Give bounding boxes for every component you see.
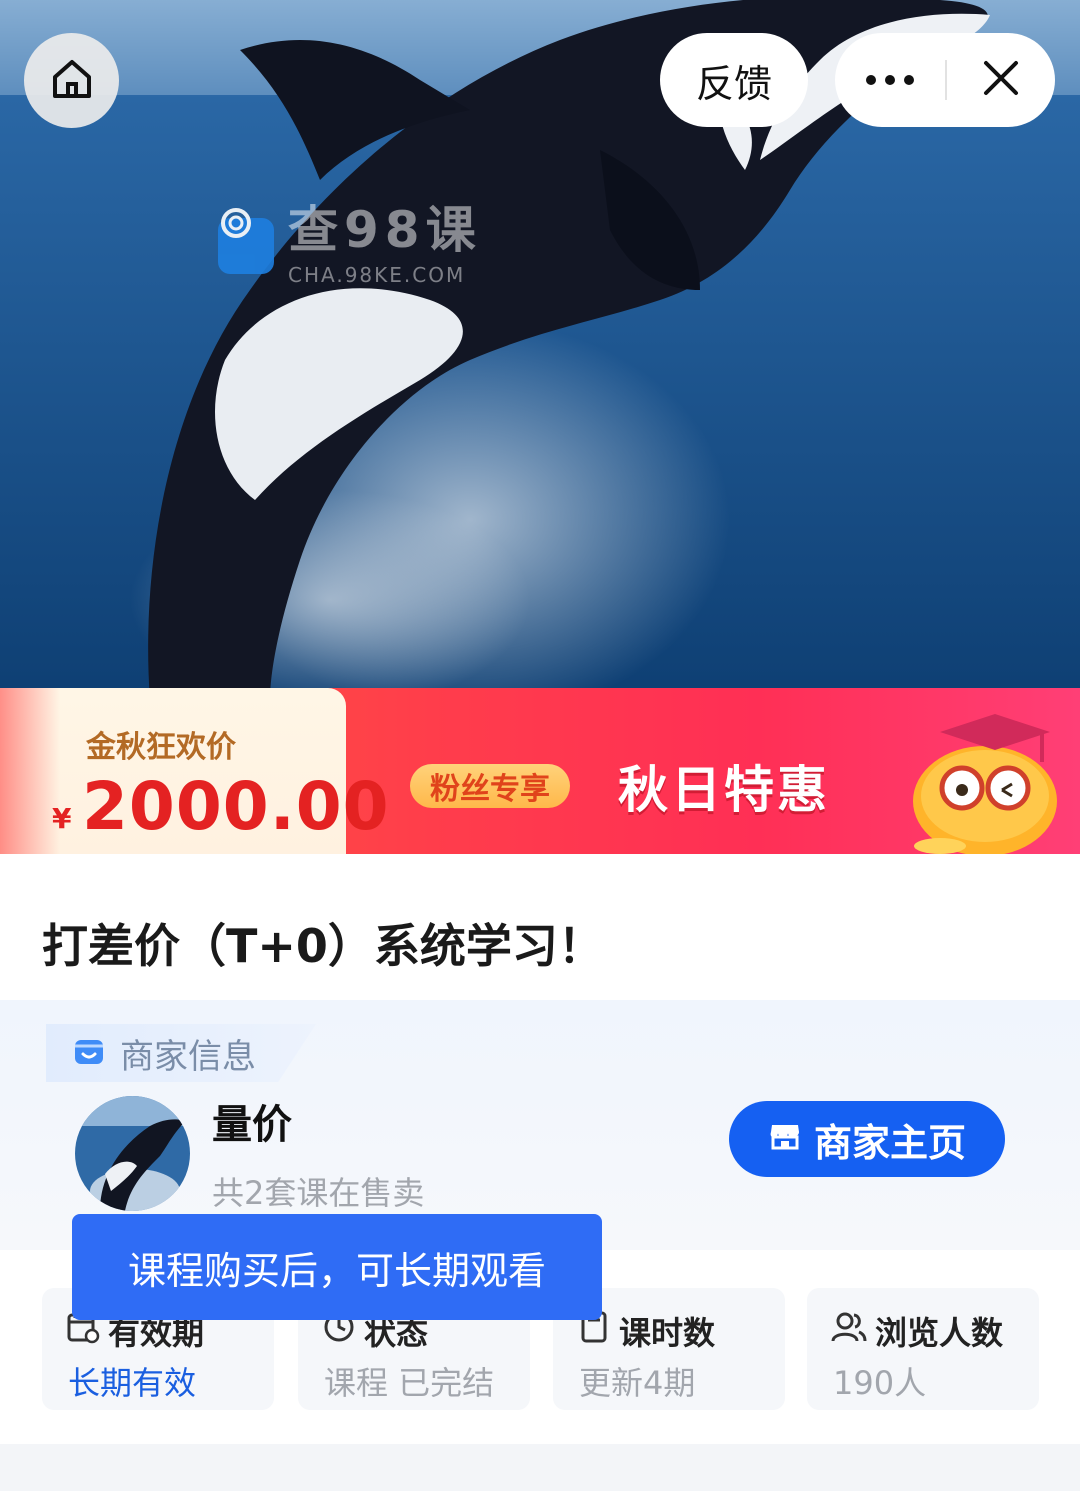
promo-price-card: 金秋狂欢价 ¥ 2000.00 <box>0 688 389 854</box>
merchant-avatar[interactable] <box>75 1096 190 1211</box>
stat-views-label: 浏览人数 <box>875 1314 1004 1352</box>
close-icon <box>982 59 1020 101</box>
stat-status-value: 课程 已完结 <box>324 1364 495 1402</box>
promo-label: 金秋狂欢价 <box>86 730 236 765</box>
merchant-name: 量价 <box>212 1102 292 1148</box>
stat-views-value: 190人 <box>833 1364 927 1402</box>
more-button[interactable] <box>835 33 945 127</box>
currency-symbol: ¥ <box>52 802 72 835</box>
mascot-icon <box>900 706 1075 854</box>
close-button[interactable] <box>947 33 1055 127</box>
merchant-info-card: 商家信息 量价 共2套课在售卖 商家主页 <box>0 1000 1080 1250</box>
shop-icon <box>768 1117 802 1161</box>
users-icon <box>831 1310 867 1352</box>
store-icon <box>72 1034 106 1072</box>
watermark-logo-icon <box>218 208 274 274</box>
stat-views: 浏览人数 190人 <box>807 1288 1039 1410</box>
toast-message: 课程购买后，可长期观看 <box>72 1214 602 1320</box>
merchant-home-label: 商家主页 <box>813 1120 966 1165</box>
promo-price: 2000.00 <box>82 768 390 845</box>
stat-lessons-label: 课时数 <box>619 1314 716 1352</box>
merchant-info-tag: 商家信息 <box>46 1024 316 1082</box>
fans-exclusive-badge: 粉丝专享 <box>410 764 570 808</box>
promo-banner: 金秋狂欢价 ¥ 2000.00 粉丝专享 秋日特惠 <box>0 688 1080 854</box>
promo-headline: 秋日特惠 <box>618 761 830 819</box>
watermark-subtext: CHA.98KE.COM <box>288 263 466 287</box>
stat-lessons-value: 更新4期 <box>579 1364 696 1402</box>
merchant-info-label: 商家信息 <box>120 1036 256 1077</box>
merchant-course-count: 共2套课在售卖 <box>212 1174 425 1212</box>
stat-validity-value: 长期有效 <box>68 1364 197 1402</box>
home-icon <box>49 56 95 106</box>
watermark-text: 查98课 <box>288 201 482 259</box>
feedback-button[interactable]: 反馈 <box>660 33 808 127</box>
merchant-home-button[interactable]: 商家主页 <box>729 1101 1005 1177</box>
course-title: 打差价（T+0）系统学习！ <box>42 919 604 973</box>
bottom-section-edge <box>0 1444 1080 1491</box>
more-dots-icon <box>865 71 915 90</box>
watermark: 查98课 CHA.98KE.COM <box>218 205 482 287</box>
mini-program-capsule <box>835 33 1055 127</box>
home-button[interactable] <box>24 33 119 128</box>
